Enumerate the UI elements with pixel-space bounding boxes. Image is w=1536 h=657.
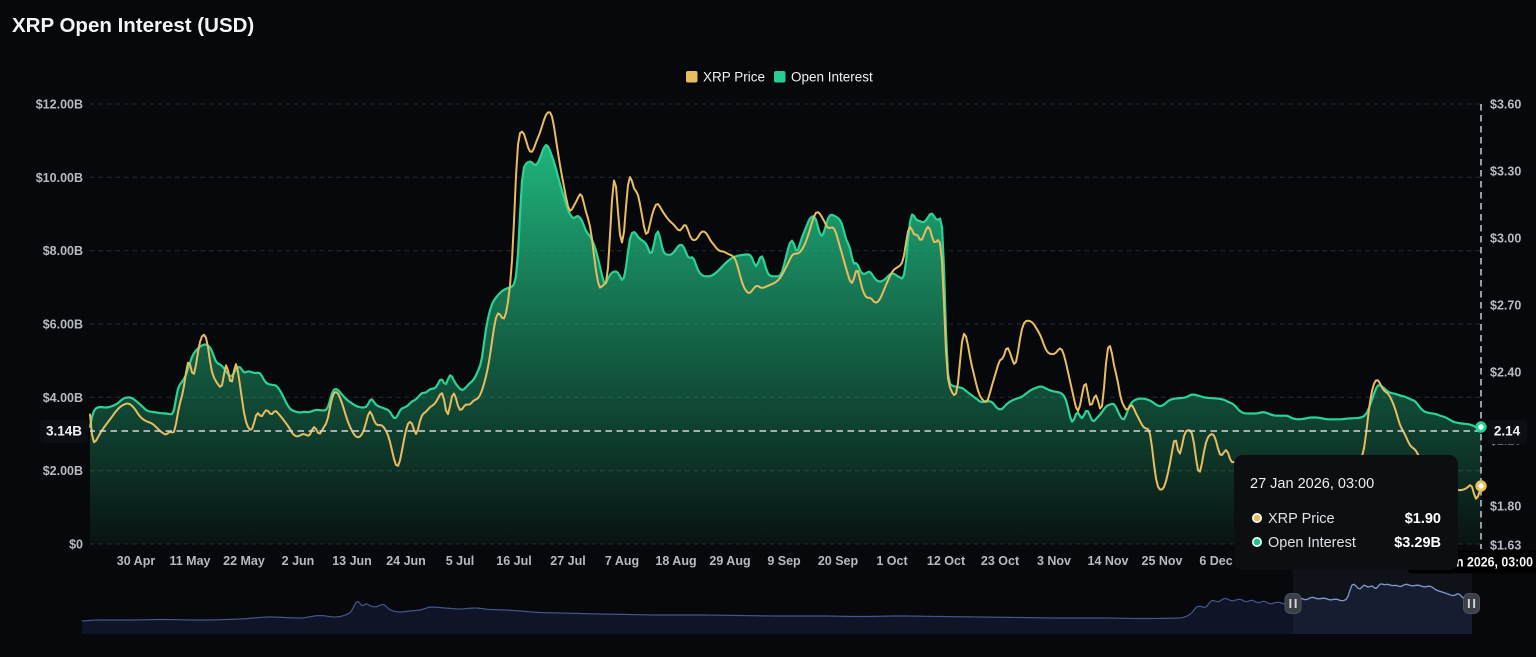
svg-text:2 Jun: 2 Jun — [282, 554, 315, 568]
svg-text:$1.80: $1.80 — [1490, 500, 1521, 514]
svg-text:$12.00B: $12.00B — [36, 98, 83, 112]
svg-text:18 Aug: 18 Aug — [655, 554, 696, 568]
svg-text:30 Apr: 30 Apr — [117, 554, 156, 568]
svg-text:$2.00B: $2.00B — [43, 464, 83, 478]
svg-text:3.14B: 3.14B — [46, 424, 82, 439]
svg-text:$0: $0 — [69, 538, 83, 552]
svg-text:$2.70: $2.70 — [1490, 298, 1521, 312]
svg-text:27 Jul: 27 Jul — [550, 554, 585, 568]
svg-text:16 Jul: 16 Jul — [496, 554, 531, 568]
svg-text:$3.30: $3.30 — [1490, 164, 1521, 178]
svg-text:6 Dec: 6 Dec — [1199, 554, 1232, 568]
svg-text:22 May: 22 May — [223, 554, 265, 568]
svg-text:23 Oct: 23 Oct — [981, 554, 1020, 568]
svg-text:XRP Price: XRP Price — [1268, 511, 1335, 527]
svg-text:9 Sep: 9 Sep — [767, 554, 801, 568]
svg-text:$3.29B: $3.29B — [1394, 535, 1441, 551]
svg-text:$2.40: $2.40 — [1490, 365, 1521, 379]
svg-text:5 Jul: 5 Jul — [446, 554, 475, 568]
svg-text:$1.90: $1.90 — [1405, 511, 1441, 527]
svg-text:Open Interest: Open Interest — [791, 70, 873, 85]
svg-text:27 Jan 2026, 03:00: 27 Jan 2026, 03:00 — [1250, 476, 1374, 492]
svg-text:$3.60: $3.60 — [1490, 98, 1521, 112]
svg-text:$3.00: $3.00 — [1490, 231, 1521, 245]
svg-text:1 Oct: 1 Oct — [876, 554, 908, 568]
svg-text:14 Nov: 14 Nov — [1088, 554, 1129, 568]
svg-text:11 May: 11 May — [169, 554, 210, 568]
svg-text:29 Aug: 29 Aug — [709, 554, 750, 568]
svg-text:7 Aug: 7 Aug — [605, 554, 639, 568]
svg-text:20 Sep: 20 Sep — [818, 554, 859, 568]
svg-text:12 Oct: 12 Oct — [927, 554, 966, 568]
svg-text:13 Jun: 13 Jun — [332, 554, 372, 568]
svg-text:2.14: 2.14 — [1494, 424, 1521, 439]
svg-text:$10.00B: $10.00B — [36, 171, 83, 185]
svg-text:XRP Price: XRP Price — [703, 70, 765, 85]
svg-text:$8.00B: $8.00B — [43, 244, 83, 258]
svg-text:$6.00B: $6.00B — [43, 318, 83, 332]
svg-text:$1.63: $1.63 — [1490, 538, 1521, 552]
svg-text:3 Nov: 3 Nov — [1037, 554, 1071, 568]
svg-text:24 Jun: 24 Jun — [386, 554, 426, 568]
svg-text:Open Interest: Open Interest — [1268, 535, 1356, 551]
svg-text:$4.00B: $4.00B — [43, 391, 83, 405]
svg-text:XRP Open Interest (USD): XRP Open Interest (USD) — [12, 14, 254, 37]
svg-text:25 Nov: 25 Nov — [1142, 554, 1183, 568]
